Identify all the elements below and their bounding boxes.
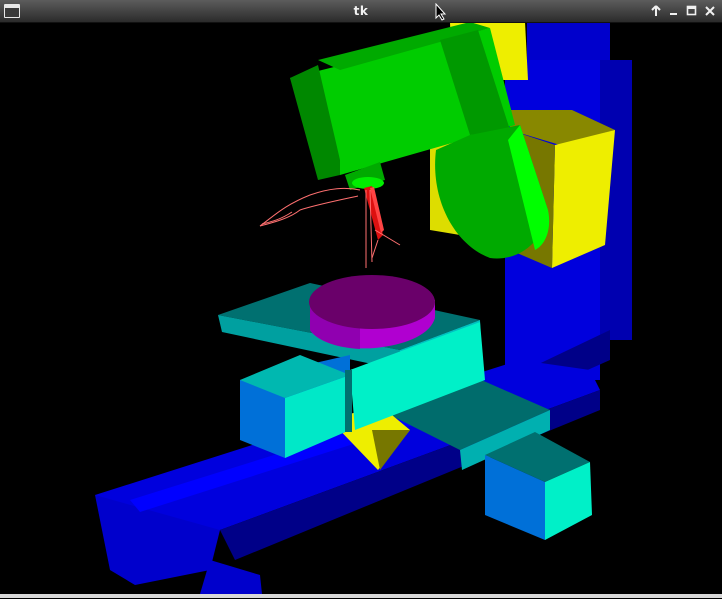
3d-viewport[interactable] bbox=[0, 22, 722, 595]
close-icon[interactable] bbox=[702, 3, 718, 20]
mouse-cursor-icon bbox=[435, 3, 447, 21]
sticky-up-icon[interactable] bbox=[648, 3, 664, 20]
cutting-tool bbox=[364, 186, 384, 240]
window-title: tk bbox=[353, 4, 369, 18]
window-bottom-border bbox=[0, 594, 722, 598]
maximize-icon[interactable] bbox=[684, 3, 700, 20]
tk-window: tk bbox=[0, 0, 722, 598]
front-block bbox=[485, 432, 592, 540]
machine-scene bbox=[95, 22, 632, 594]
title-bar[interactable]: tk bbox=[0, 0, 722, 23]
minimize-icon[interactable] bbox=[666, 3, 682, 20]
window-controls bbox=[648, 3, 718, 20]
